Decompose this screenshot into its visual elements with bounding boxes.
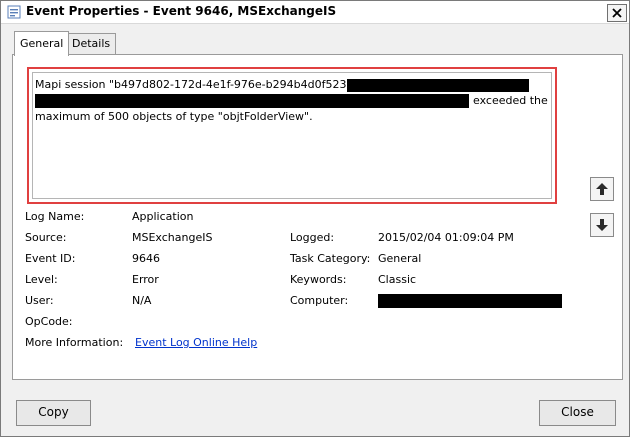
description-line-2: exceeded the [35, 93, 548, 109]
close-button[interactable]: Close [539, 400, 616, 426]
title-bar[interactable]: Event Properties - Event 9646, MSExchang… [1, 1, 629, 24]
redacted-block [35, 94, 469, 108]
event-log-online-help-link[interactable]: Event Log Online Help [135, 336, 257, 349]
user-label: User: [25, 294, 54, 307]
opcode-label: OpCode: [25, 315, 73, 328]
event-description-box[interactable]: Mapi session "b497d802-172d-4e1f-976e-b2… [32, 72, 552, 199]
keywords-label: Keywords: [290, 273, 347, 286]
log-name-value: Application [132, 210, 194, 223]
description-line-2-text: exceeded the [473, 94, 548, 107]
general-tab-panel: Mapi session "b497d802-172d-4e1f-976e-b2… [12, 54, 623, 380]
computer-label: Computer: [290, 294, 349, 307]
previous-event-button[interactable] [590, 177, 614, 201]
source-label: Source: [25, 231, 67, 244]
task-category-value: General [378, 252, 422, 265]
description-line-1: Mapi session "b497d802-172d-4e1f-976e-b2… [35, 77, 545, 93]
description-highlight: Mapi session "b497d802-172d-4e1f-976e-b2… [27, 67, 557, 204]
logged-value: 2015/02/04 01:09:04 PM [378, 231, 514, 244]
level-label: Level: [25, 273, 58, 286]
level-value: Error [132, 273, 159, 286]
description-line-3: maximum of 500 objects of type "objtFold… [35, 110, 313, 123]
event-description-text: Mapi session "b497d802-172d-4e1f-976e-b2… [35, 77, 548, 125]
description-line-1-text: Mapi session "b497d802-172d-4e1f-976e-b2… [35, 78, 374, 91]
more-information-label: More Information: [25, 336, 124, 349]
event-properties-window: Event Properties - Event 9646, MSExchang… [0, 0, 630, 437]
close-window-button[interactable] [607, 4, 627, 22]
task-category-label: Task Category: [290, 252, 371, 265]
tab-general[interactable]: General [14, 31, 70, 56]
log-name-label: Log Name: [25, 210, 85, 223]
copy-button[interactable]: Copy [16, 400, 91, 426]
redacted-block [347, 79, 529, 92]
next-event-button[interactable] [590, 213, 614, 237]
source-value: MSExchangeIS [132, 231, 213, 244]
logged-label: Logged: [290, 231, 335, 244]
event-viewer-icon [7, 5, 21, 19]
user-value: N/A [132, 294, 152, 307]
tab-details[interactable]: Details [66, 33, 117, 54]
keywords-value: Classic [378, 273, 417, 286]
event-id-label: Event ID: [25, 252, 76, 265]
window-title: Event Properties - Event 9646, MSExchang… [26, 4, 337, 18]
event-id-value: 9646 [132, 252, 160, 265]
redacted-computer-value [378, 294, 562, 308]
